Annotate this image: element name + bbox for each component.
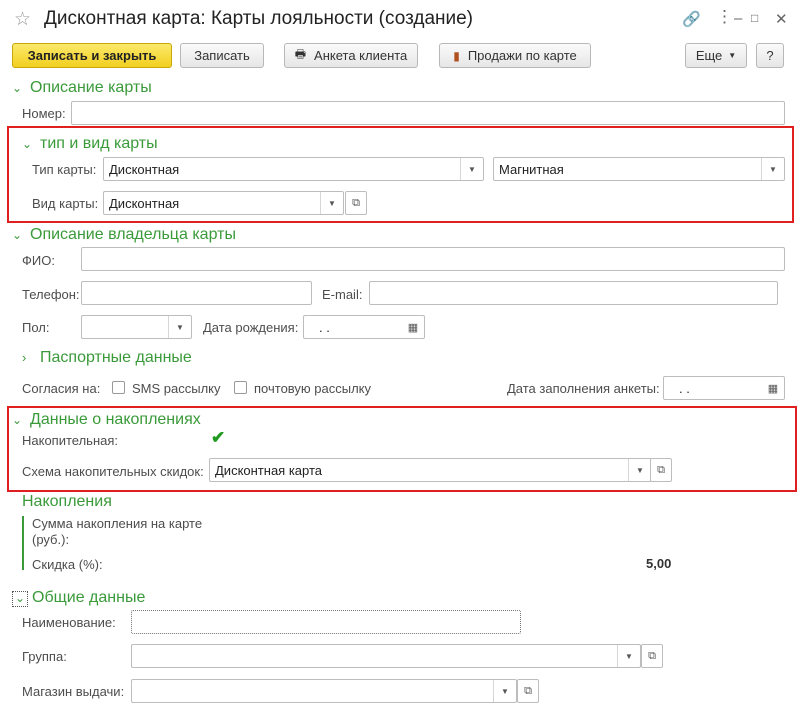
accum-group-header[interactable]: ⌄ Данные о накоплениях	[12, 411, 201, 429]
card-kind-select[interactable]: Дисконтная ▼	[103, 191, 344, 215]
calendar-icon[interactable]: ▦	[402, 316, 424, 338]
discount-label: Скидка (%):	[32, 557, 103, 572]
card-type-value: Дисконтная	[109, 162, 180, 177]
star-icon[interactable]: ☆	[14, 8, 31, 31]
save-label: Записать	[194, 48, 250, 63]
printer-icon: 🖶	[294, 47, 307, 61]
fio-label: ФИО:	[22, 253, 55, 268]
more-button[interactable]: Еще ▼	[685, 43, 747, 68]
email-input[interactable]	[369, 281, 778, 305]
chevron-down-icon: ⌄	[12, 413, 23, 427]
birth-label: Дата рождения:	[203, 320, 299, 335]
phone-label: Телефон:	[22, 287, 80, 302]
chevron-down-icon[interactable]: ▼	[168, 316, 191, 338]
group-label: Группа:	[22, 649, 67, 664]
discount-value: 5,00	[646, 556, 672, 571]
scheme-select[interactable]: Дисконтная карта ▼	[209, 458, 652, 482]
chevron-down-icon[interactable]: ▼	[493, 680, 516, 702]
minimize-icon[interactable]: –	[734, 10, 742, 27]
passport-group-header[interactable]: › Паспортные данные	[22, 349, 192, 367]
save-and-close-label: Записать и закрыть	[27, 48, 157, 63]
chevron-right-icon: ›	[22, 350, 27, 365]
maximize-icon[interactable]: □	[751, 11, 758, 25]
store-label: Магазин выдачи:	[22, 684, 125, 699]
cumulative-checkbox[interactable]: ✔	[211, 428, 225, 448]
card-kind-value: Дисконтная	[109, 196, 180, 211]
sex-label: Пол:	[22, 320, 50, 335]
sms-label: SMS рассылку	[132, 381, 221, 396]
sales-by-card-label: Продажи по карте	[467, 48, 577, 63]
scheme-label: Схема накопительных скидок:	[22, 464, 204, 479]
email-label: E-mail:	[322, 287, 363, 302]
general-header-label: Общие данные	[32, 589, 146, 606]
open-window-icon[interactable]: ⧉	[650, 458, 672, 482]
more-label: Еще	[695, 48, 723, 63]
calendar-icon[interactable]: ▦	[762, 377, 784, 399]
passport-header-label: Паспортные данные	[40, 349, 192, 366]
client-form-label: Анкета клиента	[314, 48, 408, 63]
save-and-close-button[interactable]: Записать и закрыть	[12, 43, 172, 68]
savings-header: Накопления	[22, 493, 112, 510]
save-button[interactable]: Записать	[180, 43, 264, 68]
number-input[interactable]	[71, 101, 785, 125]
form-date-label: Дата заполнения анкеты:	[507, 381, 660, 396]
chevron-down-icon: ⌄	[22, 137, 33, 151]
number-label: Номер:	[22, 106, 66, 121]
help-button[interactable]: ?	[756, 43, 784, 68]
consent-label: Согласия на:	[22, 381, 101, 396]
chevron-down-icon: ▼	[728, 51, 737, 60]
chevron-down-icon[interactable]: ▼	[617, 645, 640, 667]
sales-by-card-button[interactable]: ▮ Продажи по карте	[439, 43, 591, 68]
window-title: Дисконтная карта: Карты лояльности (созд…	[44, 8, 474, 29]
group-select[interactable]: ▼	[131, 644, 641, 668]
open-window-icon[interactable]: ⧉	[345, 191, 367, 215]
card-desc-group-header[interactable]: ⌄ Описание карты	[12, 79, 152, 97]
mail-checkbox[interactable]	[234, 381, 247, 394]
chevron-down-icon[interactable]: ▼	[460, 158, 483, 180]
card-desc-header-label: Описание карты	[30, 79, 152, 96]
owner-header-label: Описание владельца карты	[30, 226, 236, 243]
store-select[interactable]: ▼	[131, 679, 517, 703]
form-date-value: . .	[679, 381, 690, 396]
chevron-down-icon: ⌄	[12, 228, 23, 242]
sms-checkbox[interactable]	[112, 381, 125, 394]
card-type-group-header[interactable]: ⌄ тип и вид карты	[22, 135, 158, 153]
mail-label: почтовую рассылку	[254, 381, 371, 396]
help-label: ?	[766, 48, 774, 63]
open-window-icon[interactable]: ⧉	[641, 644, 663, 668]
client-form-button[interactable]: 🖶 Анкета клиента	[284, 43, 418, 68]
sum-label: Сумма накопления на карте (руб.):	[32, 516, 203, 547]
birth-date-value: . .	[319, 320, 330, 335]
more-vertical-icon[interactable]: ⋮	[716, 7, 733, 27]
owner-group-header[interactable]: ⌄ Описание владельца карты	[12, 226, 236, 244]
accum-header-label: Данные о накоплениях	[30, 411, 201, 428]
chevron-down-icon[interactable]: ▼	[628, 459, 651, 481]
card-type-header-label: тип и вид карты	[40, 135, 158, 152]
close-icon[interactable]: ✕	[775, 10, 788, 28]
form-date-input[interactable]: . . ▦	[663, 376, 785, 400]
birth-date-input[interactable]: . . ▦	[303, 315, 425, 339]
name-label: Наименование:	[22, 615, 116, 630]
phone-input[interactable]	[81, 281, 312, 305]
chevron-down-icon[interactable]: ▼	[761, 158, 784, 180]
name-input[interactable]	[131, 610, 521, 634]
chevron-down-icon: ⌄	[12, 81, 23, 95]
chevron-down-icon[interactable]: ▼	[320, 192, 343, 214]
cumulative-label: Накопительная:	[22, 433, 119, 448]
open-window-icon[interactable]: ⧉	[517, 679, 539, 703]
card-type2-value: Магнитная	[499, 162, 564, 177]
link-icon[interactable]: 🔗	[682, 10, 701, 28]
general-group-header[interactable]: ⌄ Общие данные	[12, 589, 145, 607]
savings-bar	[22, 516, 24, 570]
scheme-value: Дисконтная карта	[215, 463, 323, 478]
card-type-select[interactable]: Дисконтная ▼	[103, 157, 484, 181]
bar-chart-icon: ▮	[453, 48, 460, 63]
sex-select[interactable]: ▼	[81, 315, 192, 339]
card-kind-label: Вид карты:	[32, 196, 99, 211]
chevron-down-icon: ⌄	[12, 591, 28, 607]
card-type2-select[interactable]: Магнитная ▼	[493, 157, 785, 181]
card-type-label: Тип карты:	[32, 162, 97, 177]
fio-input[interactable]	[81, 247, 785, 271]
